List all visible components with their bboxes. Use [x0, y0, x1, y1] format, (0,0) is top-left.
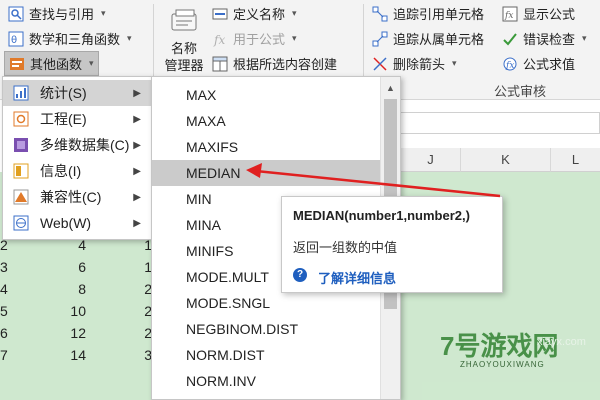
watermark-url: xiayx.com: [537, 336, 586, 348]
watermark-subtext: ZHAOYOUXIWANG: [460, 360, 545, 369]
watermark-area: 7号游戏网 ZHAOYOUXIWANG xiayx.com: [422, 320, 600, 400]
